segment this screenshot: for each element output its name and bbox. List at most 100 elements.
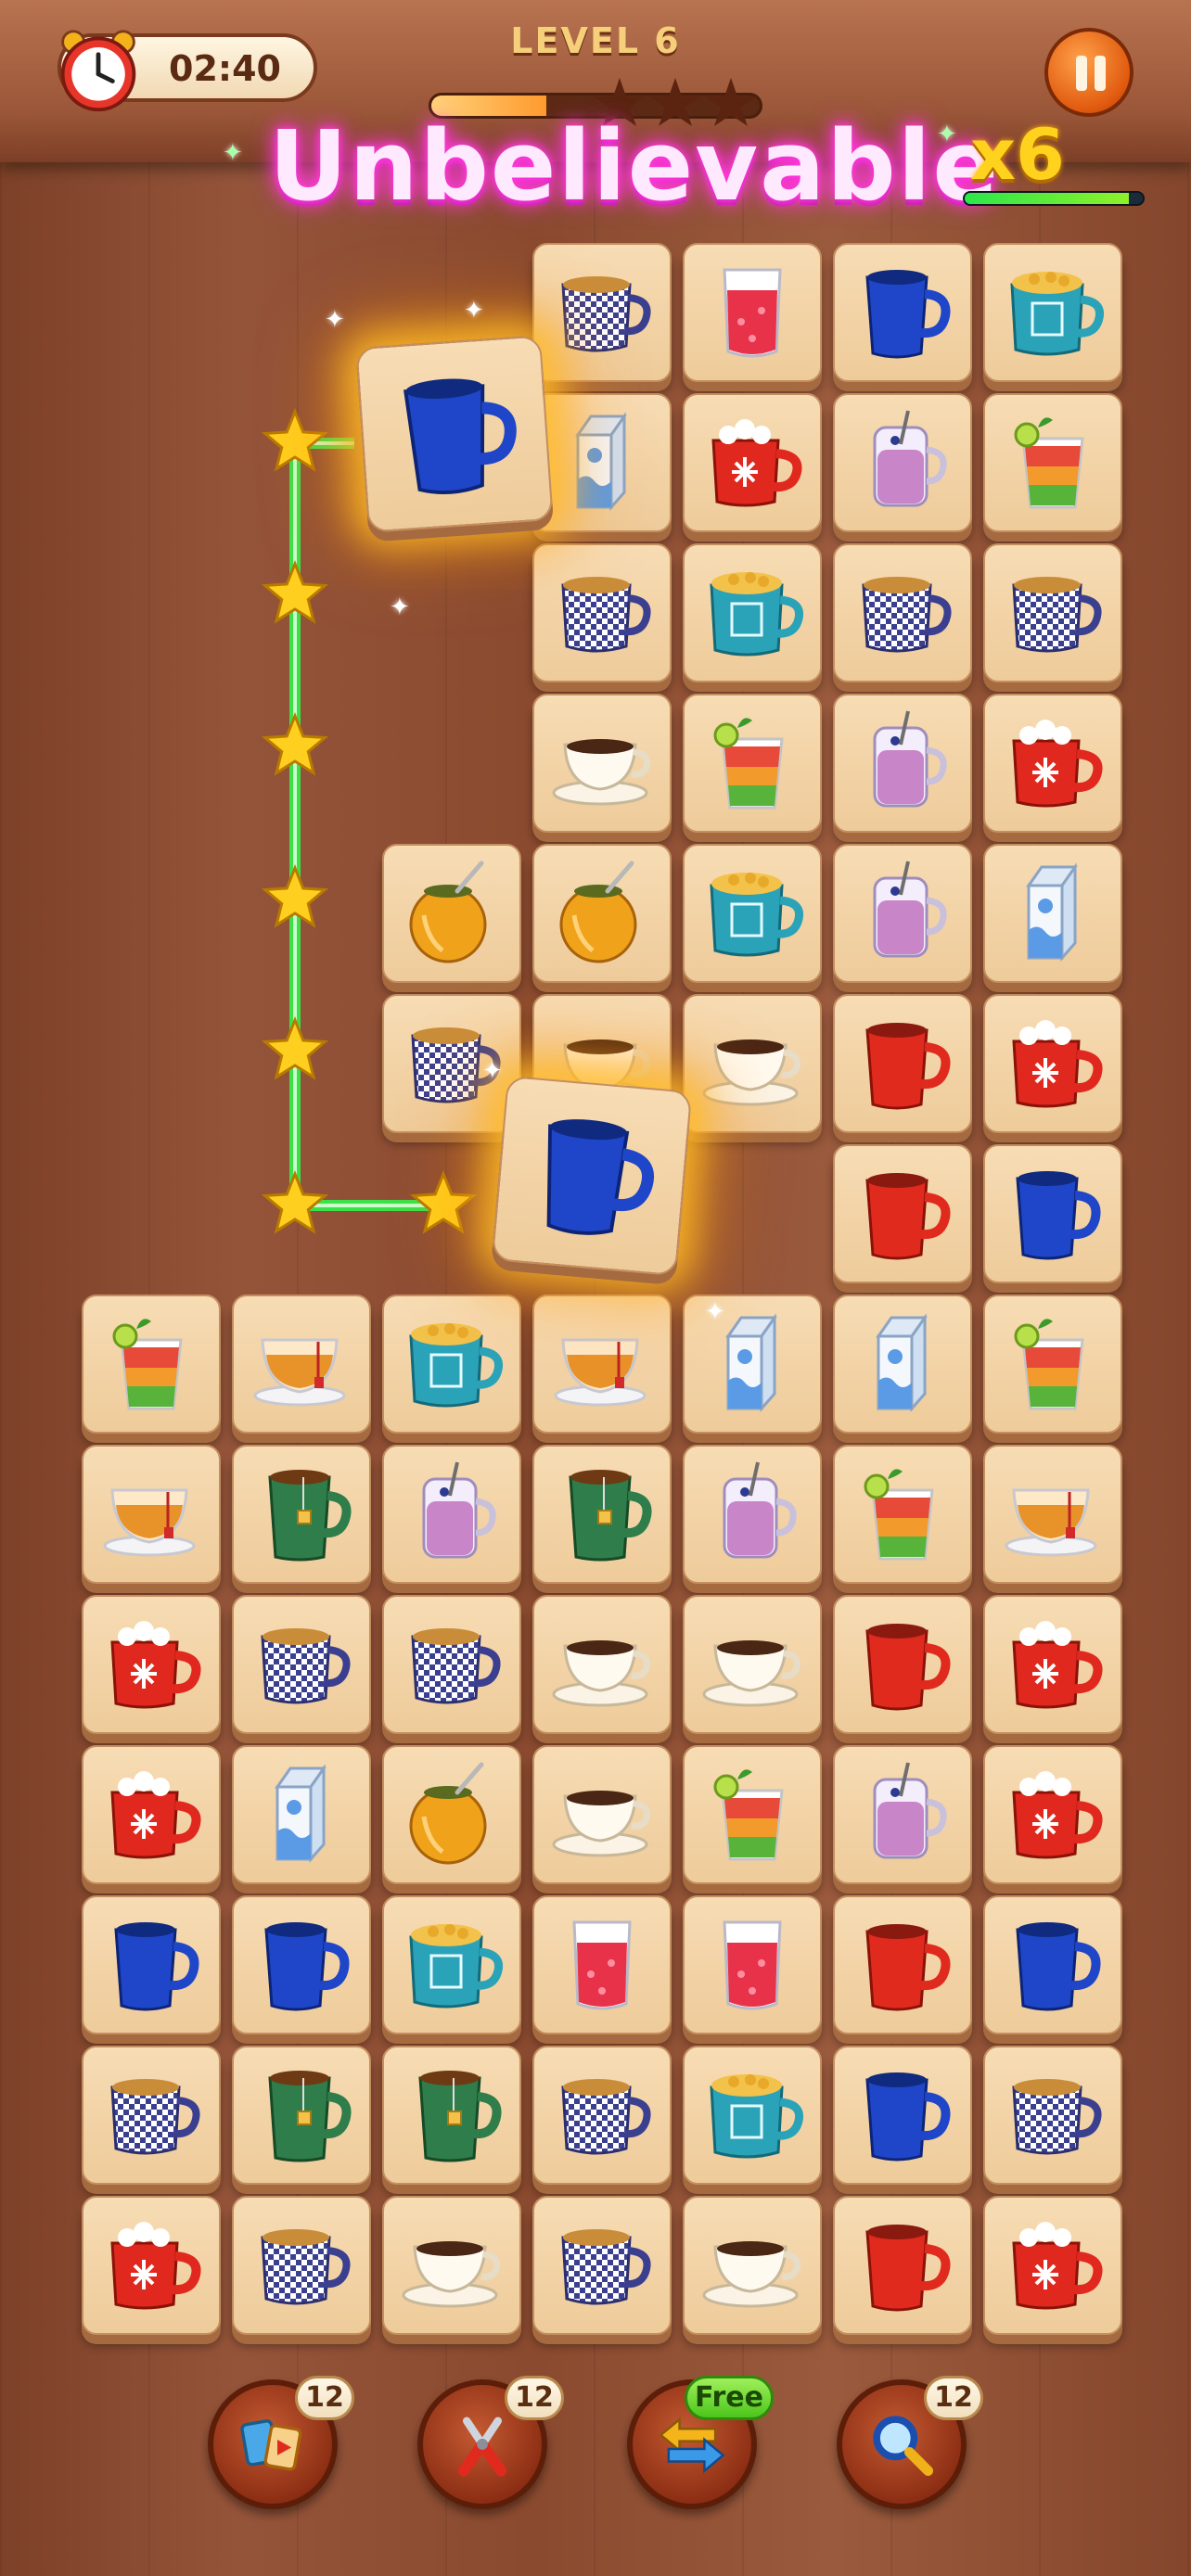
booster-hint-button[interactable]: 12 — [837, 2376, 983, 2509]
tile-checkered-mug[interactable] — [833, 543, 972, 682]
tile-checkered-mug[interactable] — [532, 243, 672, 382]
tile-blue-mug[interactable] — [355, 335, 554, 533]
tile-checkered-mug[interactable] — [532, 2046, 672, 2185]
tile-blue-mug[interactable] — [833, 2046, 972, 2185]
tile-checkered-mug[interactable] — [532, 2196, 672, 2335]
tile-pink-smoothie-jar[interactable] — [683, 1445, 822, 1584]
tile-teal-cereal-mug[interactable] — [382, 1294, 521, 1434]
tile-checkered-mug[interactable] — [532, 543, 672, 682]
tile-checkered-mug[interactable] — [82, 2046, 221, 2185]
tile-layered-cocktail[interactable] — [683, 694, 822, 833]
checkered-mug-icon — [847, 557, 958, 669]
sparkle-icon: ✦ — [325, 306, 345, 334]
tile-mate-gourd[interactable] — [382, 844, 521, 983]
tile-white-teacup[interactable] — [683, 1595, 822, 1734]
tile-milk-carton[interactable] — [833, 1294, 972, 1434]
tile-red-juice-glass[interactable] — [683, 243, 822, 382]
tile-checkered-mug[interactable] — [382, 1595, 521, 1734]
tile-teal-cereal-mug[interactable] — [382, 1895, 521, 2034]
tile-blue-mug[interactable] — [82, 1895, 221, 2034]
tile-red-mug[interactable] — [833, 1895, 972, 2034]
blue-mug-icon — [513, 1097, 670, 1254]
tile-glass-tea-cup[interactable] — [983, 1445, 1122, 1584]
tile-mate-gourd[interactable] — [382, 1745, 521, 1884]
tile-red-mug[interactable] — [833, 1144, 972, 1283]
booster-swap-button[interactable]: Free — [627, 2376, 774, 2509]
tile-milk-carton[interactable] — [683, 1294, 822, 1434]
tile-red-cocoa-mug[interactable] — [983, 994, 1122, 1133]
tile-red-cocoa-mug[interactable] — [82, 2196, 221, 2335]
tile-layered-cocktail[interactable] — [683, 1745, 822, 1884]
tile-teal-cereal-mug[interactable] — [983, 243, 1122, 382]
tile-green-tea-mug[interactable] — [532, 1445, 672, 1584]
tile-blue-mug[interactable] — [232, 1895, 371, 2034]
tile-pink-smoothie-jar[interactable] — [382, 1445, 521, 1584]
tile-glass-tea-cup[interactable] — [532, 1294, 672, 1434]
tile-milk-carton[interactable] — [232, 1745, 371, 1884]
tile-green-tea-mug[interactable] — [232, 1445, 371, 1584]
layered-cocktail-icon — [96, 1308, 207, 1420]
sparkle-icon: ✦ — [937, 121, 957, 148]
tile-layered-cocktail[interactable] — [833, 1445, 972, 1584]
tile-white-teacup[interactable] — [683, 2196, 822, 2335]
tile-red-juice-glass[interactable] — [532, 1895, 672, 2034]
tile-blue-mug[interactable] — [491, 1075, 693, 1277]
tile-red-cocoa-mug[interactable] — [82, 1745, 221, 1884]
tile-white-teacup[interactable] — [532, 694, 672, 833]
tile-teal-cereal-mug[interactable] — [683, 844, 822, 983]
tile-glass-tea-cup[interactable] — [232, 1294, 371, 1434]
tile-checkered-mug[interactable] — [232, 1595, 371, 1734]
tile-milk-carton[interactable] — [532, 393, 672, 532]
tile-mate-gourd[interactable] — [532, 844, 672, 983]
tile-blue-mug[interactable] — [833, 243, 972, 382]
tile-teal-cereal-mug[interactable] — [683, 543, 822, 682]
tile-red-cocoa-mug[interactable] — [983, 1595, 1122, 1734]
tile-red-cocoa-mug[interactable] — [983, 694, 1122, 833]
tile-red-cocoa-mug[interactable] — [983, 1745, 1122, 1884]
tile-pink-smoothie-jar[interactable] — [833, 844, 972, 983]
tile-green-tea-mug[interactable] — [232, 2046, 371, 2185]
milk-carton-icon — [847, 1308, 958, 1420]
blue-mug-icon — [847, 257, 958, 368]
tile-glass-tea-cup[interactable] — [82, 1445, 221, 1584]
tile-red-cocoa-mug[interactable] — [82, 1595, 221, 1734]
tile-red-mug[interactable] — [833, 994, 972, 1133]
tile-teal-cereal-mug[interactable] — [683, 2046, 822, 2185]
tile-pink-smoothie-jar[interactable] — [833, 1745, 972, 1884]
tile-green-tea-mug[interactable] — [382, 2046, 521, 2185]
tile-red-cocoa-mug[interactable] — [683, 393, 822, 532]
booster-count-badge: 12 — [924, 2376, 983, 2420]
tile-layered-cocktail[interactable] — [983, 1294, 1122, 1434]
tile-white-teacup[interactable] — [532, 1745, 672, 1884]
layered-cocktail-icon — [847, 1459, 958, 1570]
pause-button[interactable] — [1044, 28, 1133, 117]
combo-meter — [963, 191, 1145, 206]
booster-shuffle-button[interactable]: 12 — [208, 2376, 354, 2509]
white-teacup-icon — [697, 1008, 808, 1119]
booster-remove-button[interactable]: 12 — [417, 2376, 564, 2509]
tile-red-cocoa-mug[interactable] — [983, 2196, 1122, 2335]
tile-checkered-mug[interactable] — [983, 2046, 1122, 2185]
sparkle-icon: ✦ — [464, 297, 484, 325]
teal-cereal-mug-icon — [697, 557, 808, 669]
tile-pink-smoothie-jar[interactable] — [833, 393, 972, 532]
tile-red-mug[interactable] — [833, 1595, 972, 1734]
white-teacup-icon — [546, 1759, 658, 1870]
tile-red-mug[interactable] — [833, 2196, 972, 2335]
tile-white-teacup[interactable] — [382, 2196, 521, 2335]
tile-pink-smoothie-jar[interactable] — [833, 694, 972, 833]
tile-white-teacup[interactable] — [532, 1595, 672, 1734]
tile-blue-mug[interactable] — [983, 1144, 1122, 1283]
tile-white-teacup[interactable] — [683, 994, 822, 1133]
tile-milk-carton[interactable] — [983, 844, 1122, 983]
milk-carton-icon — [546, 407, 658, 518]
tile-blue-mug[interactable] — [983, 1895, 1122, 2034]
pink-smoothie-jar-icon — [697, 1459, 808, 1570]
tile-checkered-mug[interactable] — [232, 2196, 371, 2335]
blue-mug-icon — [96, 1909, 207, 2021]
tile-checkered-mug[interactable] — [983, 543, 1122, 682]
green-tea-mug-icon — [546, 1459, 658, 1570]
tile-red-juice-glass[interactable] — [683, 1895, 822, 2034]
tile-layered-cocktail[interactable] — [82, 1294, 221, 1434]
tile-layered-cocktail[interactable] — [983, 393, 1122, 532]
